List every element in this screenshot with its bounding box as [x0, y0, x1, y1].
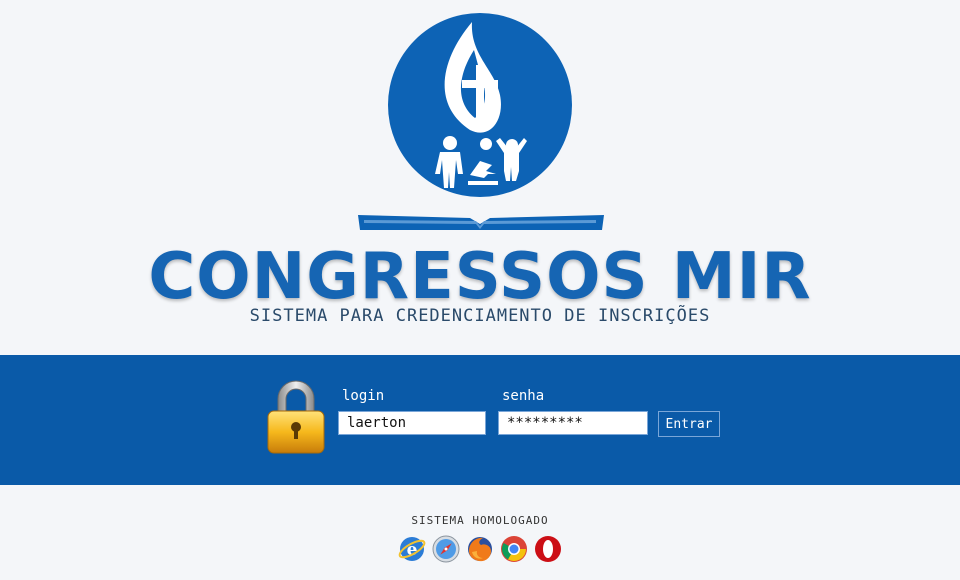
password-label: senha [502, 388, 545, 404]
footer-area [0, 485, 960, 580]
firefox-icon [468, 537, 492, 562]
password-input[interactable] [498, 411, 648, 435]
homologated-label: SISTEMA HOMOLOGADO [411, 514, 549, 527]
brand-subtitle: SISTEMA PARA CREDENCIAMENTO DE INSCRIÇÕE… [249, 306, 711, 326]
chrome-icon [501, 536, 527, 562]
login-label: login [342, 388, 385, 404]
padlock-icon [267, 380, 325, 454]
congressos-mir-logo [358, 13, 604, 230]
brand-title: CONGRESSOS MIR [148, 240, 812, 314]
safari-icon [432, 535, 460, 563]
header-area: CONGRESSOS MIR SISTEMA PARA CREDENCIAMEN… [0, 0, 960, 355]
opera-icon [535, 536, 561, 562]
browser-icons: e [397, 534, 563, 564]
internet-explorer-icon: e [398, 537, 426, 561]
enter-button[interactable]: Entrar [658, 411, 720, 437]
login-input[interactable] [338, 411, 486, 435]
